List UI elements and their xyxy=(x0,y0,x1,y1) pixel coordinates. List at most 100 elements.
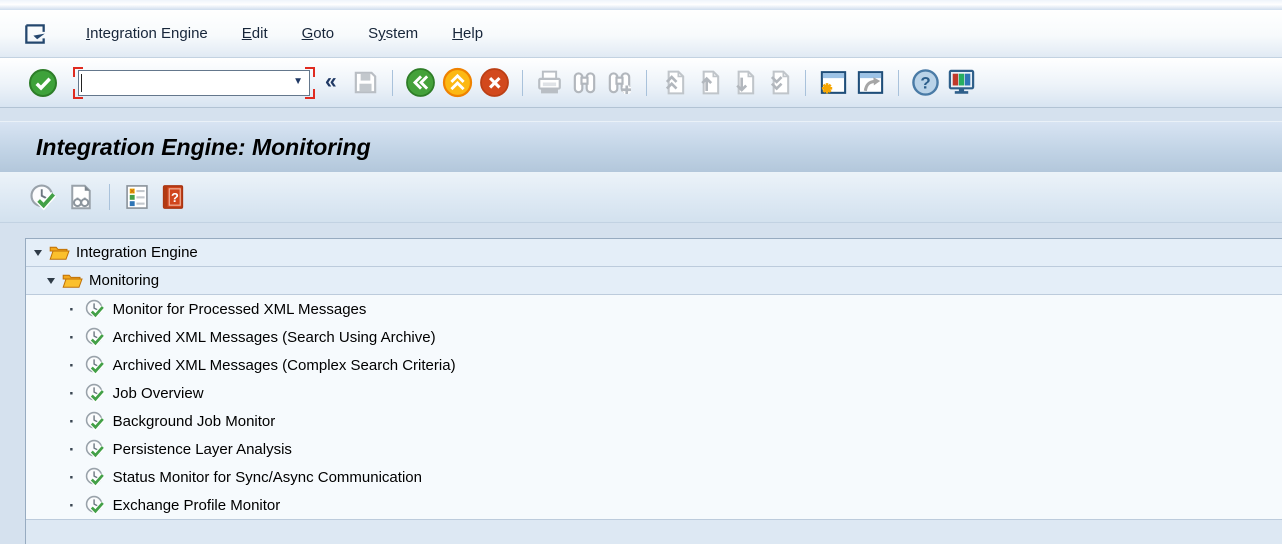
new-session-icon xyxy=(818,67,849,98)
first-page-icon xyxy=(659,68,688,97)
open-folder-icon xyxy=(62,272,83,289)
find-icon xyxy=(570,68,599,97)
toolbar-separator xyxy=(521,69,523,96)
tree-item-monitor-processed-xml[interactable]: · Monitor for Processed XML Messages xyxy=(26,295,1282,323)
execute-icon xyxy=(84,298,106,320)
create-shortcut-button[interactable] xyxy=(855,67,886,98)
execute-icon xyxy=(84,466,106,488)
help-button[interactable]: ? xyxy=(911,68,940,97)
execute-button[interactable] xyxy=(28,182,58,212)
first-page-button[interactable] xyxy=(659,68,688,97)
execute-icon xyxy=(84,438,106,460)
tree-node-label: Integration Engine xyxy=(76,244,198,261)
back-icon xyxy=(405,67,436,98)
previous-page-button[interactable] xyxy=(694,68,723,97)
command-field-input[interactable] xyxy=(78,69,310,96)
open-folder-icon xyxy=(49,244,70,261)
previous-page-icon xyxy=(694,68,723,97)
print-button[interactable] xyxy=(535,68,564,97)
navigation-tree: Integration Engine Monitoring · Monitor … xyxy=(25,238,1282,544)
tree-item-label: Archived XML Messages (Search Using Arch… xyxy=(112,328,436,346)
tree-item-status-monitor-sync-async[interactable]: · Status Monitor for Sync/Async Communic… xyxy=(26,463,1282,491)
menu-bar: Integration Engine Edit Goto System Help xyxy=(0,10,1282,58)
menu-edit[interactable]: Edit xyxy=(242,25,268,42)
save-icon xyxy=(351,68,380,97)
save-button[interactable] xyxy=(351,68,380,97)
sap-gui-window: Integration Engine Edit Goto System Help… xyxy=(0,0,1282,544)
toolbar-separator xyxy=(897,69,899,96)
tree-item-label: Exchange Profile Monitor xyxy=(112,496,281,514)
tree-node-monitoring[interactable]: Monitoring xyxy=(26,267,1282,295)
bullet: · xyxy=(69,299,75,319)
tree-node-label: Monitoring xyxy=(89,272,160,289)
tree-item-job-overview[interactable]: · Job Overview xyxy=(26,379,1282,407)
tree-item-persistence-layer-analysis[interactable]: · Persistence Layer Analysis xyxy=(26,435,1282,463)
menu-system[interactable]: System xyxy=(368,25,418,42)
bullet: · xyxy=(69,355,75,375)
exit-button[interactable] xyxy=(442,67,473,98)
window-top-strip xyxy=(0,0,1282,10)
help-icon: ? xyxy=(911,68,940,97)
application-help-button[interactable]: ? xyxy=(159,183,187,211)
tree-footer xyxy=(26,519,1282,544)
find-button[interactable] xyxy=(570,68,599,97)
application-help-icon: ? xyxy=(159,183,187,211)
cancel-button[interactable] xyxy=(479,67,510,98)
tree-item-exchange-profile-monitor[interactable]: · Exchange Profile Monitor xyxy=(26,491,1282,519)
svg-text:?: ? xyxy=(171,190,179,205)
cancel-icon xyxy=(479,67,510,98)
svg-text:?: ? xyxy=(920,74,930,93)
menu-integration-engine[interactable]: Integration Engine xyxy=(86,25,208,42)
execute-icon xyxy=(84,354,106,376)
page-title: Integration Engine: Monitoring xyxy=(36,133,371,160)
menu-help[interactable]: Help xyxy=(452,25,483,42)
execute-icon xyxy=(84,410,106,432)
command-dropdown-icon[interactable]: ▼ xyxy=(293,76,303,87)
tree-item-background-job-monitor[interactable]: · Background Job Monitor xyxy=(26,407,1282,435)
customize-layout-button[interactable] xyxy=(946,67,977,98)
tree-item-label: Status Monitor for Sync/Async Communicat… xyxy=(112,468,422,486)
back-button[interactable] xyxy=(405,67,436,98)
menu-goto[interactable]: Goto xyxy=(302,25,335,42)
standard-toolbar: ▼ « ? xyxy=(0,58,1282,108)
tree-node-integration-engine[interactable]: Integration Engine xyxy=(26,239,1282,267)
print-icon xyxy=(535,68,564,97)
tree-item-label: Background Job Monitor xyxy=(112,412,276,430)
toolbar-separator xyxy=(804,69,806,96)
tree-item-archived-xml-complex-search[interactable]: · Archived XML Messages (Complex Search … xyxy=(26,351,1282,379)
menu-items: Integration Engine Edit Goto System Help xyxy=(86,25,517,42)
tree-item-label: Persistence Layer Analysis xyxy=(112,440,292,458)
bullet: · xyxy=(69,467,75,487)
next-page-button[interactable] xyxy=(729,68,758,97)
tree-item-label: Job Overview xyxy=(112,384,204,402)
system-menu-icon[interactable] xyxy=(22,21,48,47)
find-next-button[interactable] xyxy=(605,68,634,97)
tree-item-archived-xml-search-archive[interactable]: · Archived XML Messages (Search Using Ar… xyxy=(26,323,1282,351)
legend-icon xyxy=(123,183,151,211)
find-next-icon xyxy=(605,68,634,97)
collapse-toolbar-icon[interactable]: « xyxy=(325,70,337,94)
toolbar-separator xyxy=(645,69,647,96)
next-page-icon xyxy=(729,68,758,97)
customize-layout-icon xyxy=(946,67,977,98)
exit-icon xyxy=(442,67,473,98)
bullet: · xyxy=(69,383,75,403)
execute-icon xyxy=(84,494,106,516)
last-page-button[interactable] xyxy=(764,68,793,97)
command-field-wrapper: ▼ xyxy=(73,66,315,99)
bullet: · xyxy=(69,327,75,347)
tree-item-label: Archived XML Messages (Complex Search Cr… xyxy=(112,356,456,374)
title-bar: Integration Engine: Monitoring xyxy=(0,121,1282,173)
display-icon xyxy=(66,182,96,212)
expander-icon[interactable] xyxy=(47,277,55,284)
enter-button[interactable] xyxy=(28,68,58,98)
last-page-icon xyxy=(764,68,793,97)
display-button[interactable] xyxy=(66,182,96,212)
bullet: · xyxy=(69,439,75,459)
toolbar-separator xyxy=(391,69,393,96)
bullet: · xyxy=(69,411,75,431)
expander-icon[interactable] xyxy=(34,249,42,256)
legend-button[interactable] xyxy=(123,183,151,211)
new-session-button[interactable] xyxy=(818,67,849,98)
execute-icon xyxy=(84,326,106,348)
